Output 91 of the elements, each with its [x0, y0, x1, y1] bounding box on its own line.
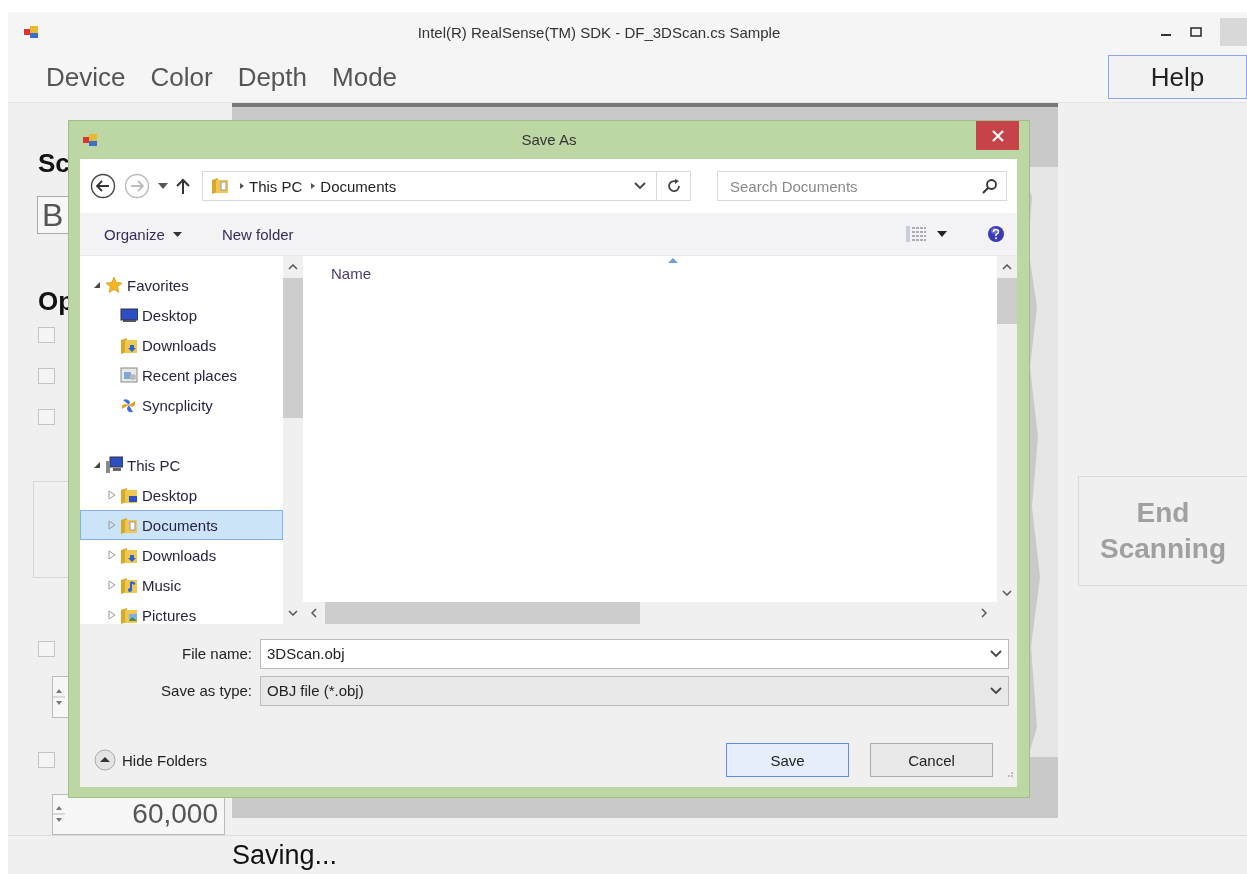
section-heading: Sc	[38, 148, 70, 179]
tree-item[interactable]: This PC	[80, 450, 283, 480]
checkbox[interactable]	[38, 368, 55, 385]
tree-item[interactable]: Syncplicity	[80, 390, 283, 420]
pinwheel-icon	[120, 396, 138, 414]
maximize-icon[interactable]	[1190, 26, 1202, 38]
checkbox[interactable]	[38, 409, 55, 426]
tree-item[interactable]: Documents	[80, 510, 283, 540]
folder-icon	[211, 176, 231, 196]
organize-button[interactable]: Organize	[104, 225, 182, 243]
folder-icon	[120, 606, 138, 624]
scroll-up-icon	[288, 264, 298, 270]
scrollbar[interactable]	[997, 256, 1017, 602]
field-label: Save as type:	[160, 682, 253, 699]
caret-icon	[172, 231, 182, 237]
scrollbar-thumb[interactable]	[997, 278, 1017, 324]
status-text: Saving...	[232, 839, 338, 871]
search-icon	[982, 178, 998, 194]
scroll-left-icon	[311, 608, 317, 618]
view-list-icon[interactable]	[905, 225, 927, 243]
field-label: File name:	[180, 645, 253, 662]
refresh-button[interactable]	[657, 171, 691, 201]
scroll-up-icon	[1002, 264, 1012, 270]
scrollbar-thumb[interactable]	[325, 602, 640, 624]
scrollbar[interactable]	[283, 256, 303, 624]
menu-item[interactable]: Depth	[237, 61, 319, 93]
collapsed-arrow-icon[interactable]	[108, 550, 116, 560]
tree-item[interactable]: Recent places	[80, 360, 283, 390]
help-button[interactable]: Help	[1108, 55, 1247, 99]
scroll-down-icon	[288, 610, 298, 616]
folder-icon	[120, 516, 138, 534]
dropdown-chevron-icon	[990, 649, 1002, 658]
computer-icon	[105, 456, 123, 474]
tree-item[interactable]: Favorites	[80, 270, 283, 300]
collapse-up-icon	[94, 749, 116, 771]
caret-icon[interactable]	[158, 183, 168, 189]
menu-item[interactable]: Mode	[332, 61, 410, 93]
scroll-down-icon	[1002, 590, 1012, 596]
collapsed-arrow-icon[interactable]	[108, 610, 116, 620]
breadcrumb[interactable]: This PC	[247, 177, 309, 195]
star-icon	[105, 276, 123, 294]
refresh-icon	[665, 178, 682, 194]
hide-folders-button[interactable]: Hide Folders	[94, 749, 208, 771]
folder-icon	[120, 486, 138, 504]
tree-item[interactable]: Desktop	[80, 300, 283, 330]
close-button[interactable]	[976, 121, 1019, 150]
checkbox[interactable]	[38, 327, 55, 343]
expanded-arrow-icon[interactable]	[93, 461, 101, 469]
app-icon	[24, 26, 38, 38]
file-name-field[interactable]: 3DScan.obj	[260, 638, 1009, 669]
checkbox[interactable]	[38, 751, 55, 768]
window-title: Intel(R) RealSense(TM) SDK - DF_3DScan.cs Sample	[416, 23, 782, 41]
tree-item[interactable]: Music	[80, 570, 283, 600]
folder-icon	[120, 546, 138, 564]
scrollbar-thumb[interactable]	[283, 278, 303, 418]
save-button[interactable]: Save	[726, 743, 849, 777]
dialog-title: Save As	[521, 131, 577, 148]
close-icon	[991, 129, 1004, 142]
tree-item[interactable]: Pictures	[80, 600, 283, 624]
collapsed-arrow-icon[interactable]	[108, 520, 116, 530]
sort-caret-icon	[668, 258, 678, 263]
monitor-icon	[120, 306, 138, 324]
column-header[interactable]: Name	[331, 265, 371, 282]
tree-item[interactable]: Downloads	[80, 540, 283, 570]
up-arrow-icon[interactable]	[176, 178, 190, 194]
end-scanning-button: End Scanning	[1078, 476, 1247, 586]
app-icon	[83, 134, 97, 146]
resize-grip-icon	[1005, 769, 1013, 777]
collapsed-arrow-icon[interactable]	[108, 490, 116, 500]
tree-item[interactable]: Downloads	[80, 330, 283, 360]
search-field[interactable]: Search Documents	[717, 171, 1007, 201]
help-icon[interactable]	[987, 225, 1005, 243]
back-icon[interactable]	[90, 173, 116, 199]
cancel-button[interactable]: Cancel	[870, 743, 993, 777]
expanded-arrow-icon[interactable]	[93, 281, 101, 289]
menu-item[interactable]: Device	[46, 61, 138, 93]
scroll-right-icon	[981, 608, 987, 618]
dropdown-chevron-icon	[990, 686, 1002, 695]
dropdown-chevron-icon[interactable]	[634, 182, 646, 190]
breadcrumb[interactable]: Documents	[318, 177, 403, 195]
forward-icon[interactable]	[124, 173, 150, 199]
tree-item[interactable]: Desktop	[80, 480, 283, 510]
collapsed-arrow-icon[interactable]	[108, 580, 116, 590]
new-folder-button[interactable]: New folder	[221, 225, 294, 243]
checkbox[interactable]	[38, 641, 55, 658]
folder-icon	[120, 576, 138, 594]
caret-icon[interactable]	[937, 231, 947, 237]
folder-icon	[120, 336, 138, 354]
file-type-dropdown[interactable]: OBJ file (*.obj)	[260, 675, 1009, 706]
menu-item[interactable]: Color	[150, 61, 225, 93]
window-icon	[120, 366, 138, 384]
